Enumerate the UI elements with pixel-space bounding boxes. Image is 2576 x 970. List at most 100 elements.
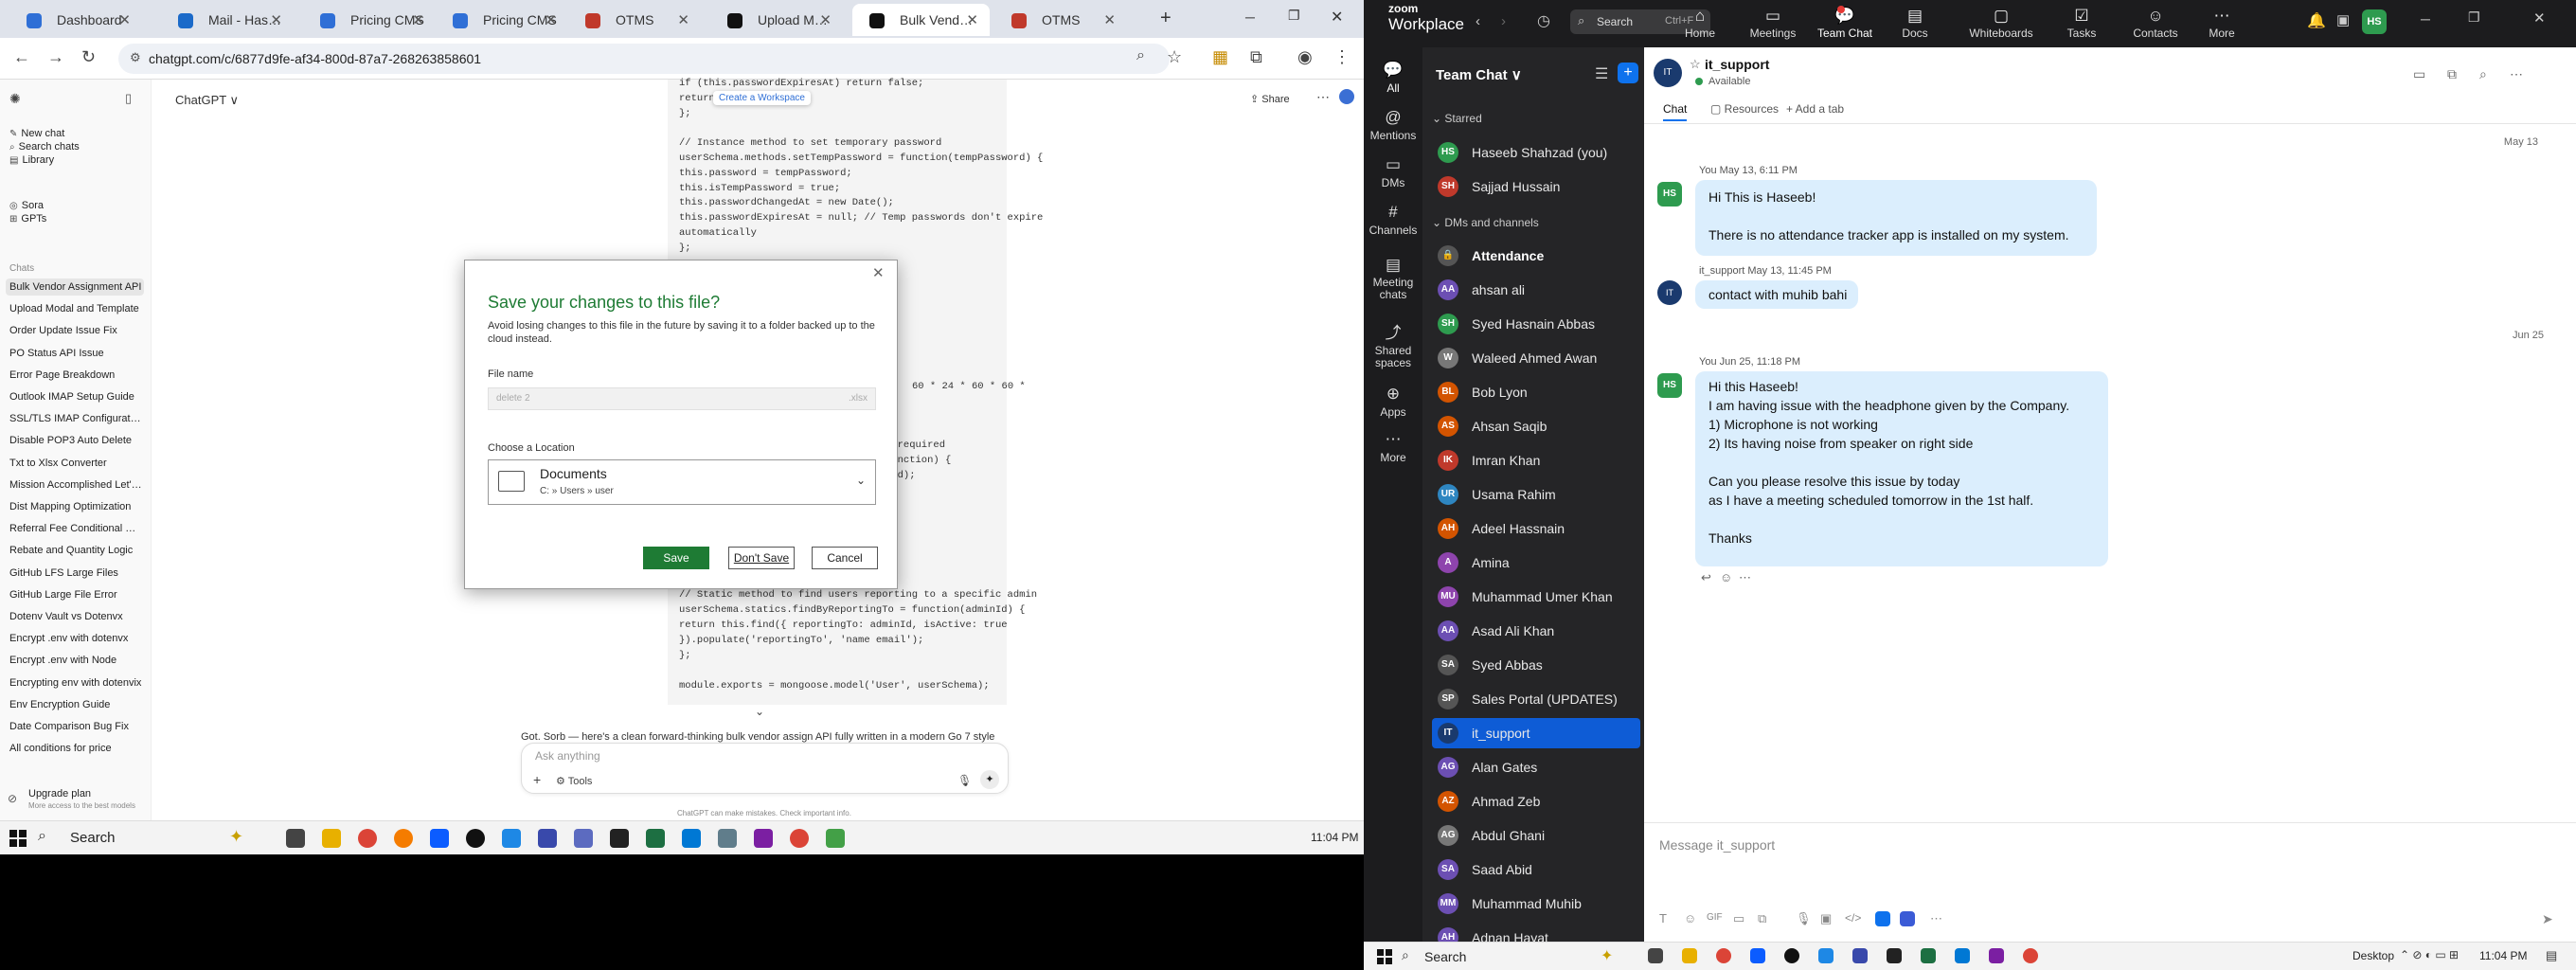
contact-item[interactable]: UR Usama Rahim — [1432, 479, 1640, 510]
prompt-input[interactable]: Ask anything — [535, 749, 600, 763]
forward-icon[interactable]: › — [1501, 13, 1506, 29]
extensions-puzzle-icon[interactable]: ⧉ — [1250, 47, 1262, 67]
reload-icon[interactable]: ↻ — [81, 47, 96, 67]
browser-tab[interactable]: OTMS ✕ — [994, 4, 1127, 36]
maximize-button[interactable]: ❐ — [1288, 8, 1300, 24]
contact-item[interactable]: MU Muhammad Umer Khan — [1432, 582, 1640, 612]
video-message-icon[interactable]: ▣ — [1820, 911, 1832, 926]
chat-history-item[interactable]: Date Comparison Bug Fix — [9, 718, 142, 735]
excel-icon[interactable] — [1921, 948, 1936, 963]
nav-whiteboards[interactable]: ▢ Whiteboards — [1963, 6, 2039, 40]
rail-meeting-chats[interactable]: ▤ Meeting chats — [1364, 254, 1422, 301]
file-name-input[interactable]: delete 2 .xlsx — [488, 387, 876, 410]
sidebar-toggle-icon[interactable]: ▯ — [125, 91, 132, 106]
reply-icon[interactable]: ↩ — [1701, 570, 1711, 585]
layout-icon[interactable]: ▣ — [2336, 11, 2350, 28]
emoji-reaction-icon[interactable]: ☺ — [1720, 570, 1732, 584]
browser-tab[interactable]: Mail - Haseeb ✕ — [161, 4, 294, 36]
vs-icon[interactable] — [574, 829, 593, 848]
chrome-icon[interactable] — [1716, 948, 1731, 963]
browser-menu-icon[interactable]: ⋮ — [1333, 47, 1351, 67]
file-icon[interactable]: ▭ — [1733, 911, 1744, 926]
chat-history-item[interactable]: GitHub Large File Error — [9, 586, 142, 603]
nav-meetings[interactable]: ▭ Meetings — [1735, 6, 1811, 40]
chat-history-item[interactable]: Mission Accomplished Let's Vi... — [9, 476, 142, 494]
chat-history-item[interactable]: Disable POP3 Auto Delete — [9, 432, 142, 449]
browser-tab[interactable]: Bulk Vendor A ✕ — [852, 4, 990, 36]
nav-home[interactable]: ⌂ Home — [1662, 6, 1738, 40]
browser-tab[interactable]: Upload Moda ✕ — [710, 4, 843, 36]
copilot-icon[interactable]: ✦ — [229, 827, 243, 847]
teams-icon[interactable] — [538, 829, 557, 848]
browser-tab[interactable]: Dashboard ✕ — [9, 4, 142, 36]
contact-item[interactable]: AG Alan Gates — [1432, 752, 1640, 782]
task-view-icon[interactable] — [286, 829, 305, 848]
contact-item[interactable]: SA Saad Abid — [1432, 854, 1640, 885]
contact-item[interactable]: BL Bob Lyon — [1432, 377, 1640, 407]
code-icon[interactable]: </> — [1845, 911, 1861, 925]
desktop-label[interactable]: Desktop — [2352, 949, 2394, 962]
chat-history-item[interactable]: Upload Modal and Template — [9, 300, 142, 317]
chat-history-item[interactable]: Encrypt .env with Node — [9, 652, 142, 669]
url-input[interactable]: ⚙ chatgpt.com/c/6877d9fe-af34-800d-87a7-2… — [118, 44, 1170, 74]
save-button[interactable]: Save — [643, 547, 709, 569]
contact-item[interactable]: IK Imran Khan — [1432, 445, 1640, 476]
chrome-icon-2[interactable] — [2023, 948, 2038, 963]
add-tab-button[interactable]: + Add a tab — [1786, 102, 1844, 116]
emoji-icon[interactable]: ☺ — [1684, 911, 1696, 925]
chrome-icon-2[interactable] — [790, 829, 809, 848]
contact-item[interactable]: SP Sales Portal (UPDATES) — [1432, 684, 1640, 714]
screenshot-icon[interactable]: ⧉ — [1758, 911, 1766, 926]
rail-dms[interactable]: ▭ DMs — [1364, 153, 1422, 189]
contact-item[interactable]: SH Sajjad Hussain — [1432, 171, 1640, 202]
nav-more[interactable]: ⋯ More — [2184, 6, 2260, 40]
copilot-icon[interactable]: ✦ — [1601, 946, 1613, 965]
chat-history-item[interactable]: Order Update Issue Fix — [9, 322, 142, 339]
contact-item[interactable]: IT it_support — [1432, 718, 1640, 748]
vscode-icon[interactable] — [1955, 948, 1970, 963]
tab-close-icon[interactable]: ✕ — [677, 11, 689, 28]
close-window-button[interactable]: ✕ — [1331, 8, 1343, 27]
chat-history-item[interactable]: Outlook IMAP Setup Guide — [9, 388, 142, 405]
profile-icon[interactable]: ◉ — [1297, 47, 1313, 67]
chat-history-item[interactable]: Encrypting env with dotenvix — [9, 674, 142, 692]
sidebar-menu-item[interactable]: ⊞ GPTs — [9, 210, 142, 227]
nav-tasks[interactable]: ☑ Tasks — [2044, 6, 2120, 40]
github-icon[interactable] — [466, 829, 485, 848]
app-icon[interactable] — [826, 829, 845, 848]
openai-logo-icon[interactable]: ✺ — [9, 91, 21, 107]
audio-icon[interactable]: 🎙 — [1796, 911, 1812, 926]
chat-history-item[interactable]: Rebate and Quantity Logic — [9, 542, 142, 559]
contact-item[interactable]: A Amina — [1432, 548, 1640, 578]
chat-history-item[interactable]: Env Encryption Guide — [9, 696, 142, 713]
chat-history-item[interactable]: Dotenv Vault vs Dotenvx — [9, 608, 142, 625]
starred-section-header[interactable]: ⌄ Starred — [1432, 112, 1482, 125]
minimize-button[interactable]: ─ — [2421, 11, 2430, 27]
firefox-icon[interactable] — [394, 829, 413, 848]
chat-history-item[interactable]: GitHub LFS Large Files — [9, 565, 142, 582]
system-tray-icons[interactable]: ⌃ ⊘ ◐ ▭ ⊞ — [2400, 948, 2459, 961]
cancel-button[interactable]: Cancel — [812, 547, 878, 569]
dms-section-header[interactable]: ⌄ DMs and channels — [1432, 216, 1539, 229]
gif-icon[interactable]: GIF — [1707, 912, 1723, 923]
contact-item[interactable]: AG Abdul Ghani — [1432, 820, 1640, 851]
video-call-icon[interactable]: ▭ — [2413, 66, 2425, 82]
rail-mentions[interactable]: @ Mentions — [1364, 106, 1422, 142]
more-options-icon[interactable]: ⋯ — [1316, 89, 1330, 105]
format-icon[interactable]: T — [1659, 911, 1667, 925]
tab-close-icon[interactable]: ✕ — [819, 11, 832, 28]
scroll-down-icon[interactable]: ⌄ — [755, 705, 764, 718]
dialog-close-icon[interactable]: ✕ — [872, 264, 885, 281]
file-explorer-icon[interactable] — [322, 829, 341, 848]
rail-channels[interactable]: # Channels — [1364, 201, 1422, 237]
file-explorer-icon[interactable] — [1682, 948, 1697, 963]
nav-contacts[interactable]: ☺ Contacts — [2118, 6, 2193, 40]
screen-share-icon[interactable]: ⧉ — [2447, 66, 2457, 82]
new-chat-button[interactable]: + — [1618, 63, 1638, 83]
extension-icon[interactable]: ▦ — [1212, 47, 1228, 67]
rail-more[interactable]: ⋯ More — [1364, 428, 1422, 464]
user-avatar[interactable] — [1339, 89, 1354, 104]
send-icon[interactable]: ➤ — [2542, 911, 2553, 927]
contact-item[interactable]: AS Ahsan Saqib — [1432, 411, 1640, 441]
task-view-icon[interactable] — [1648, 948, 1663, 963]
